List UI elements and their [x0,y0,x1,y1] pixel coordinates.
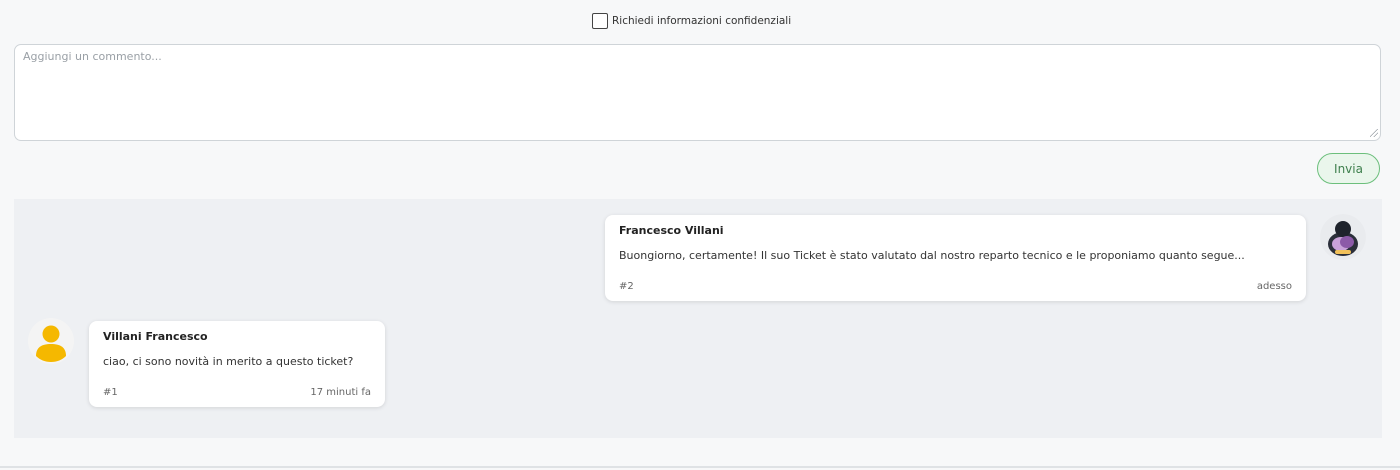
message-text: Buongiorno, certamente! Il suo Ticket è … [619,249,1245,262]
message-number: #1 [103,387,118,398]
default-user-avatar [28,318,74,364]
resize-handle-icon[interactable] [1370,129,1378,137]
message-footer: #2 adesso [619,281,1292,292]
confidential-request-row: Richiedi informazioni confidenziali [592,13,791,29]
user-photo-avatar [1320,214,1366,260]
confidential-checkbox[interactable] [592,13,608,29]
message-card: Villani Francesco ciao, ci sono novità i… [89,321,385,407]
message-time: 17 minuti fa [310,387,371,398]
ticket-comments-page: Richiedi informazioni confidenziali Invi… [0,0,1400,470]
comment-thread: Francesco Villani Buongiorno, certamente… [14,199,1382,438]
message-card: Francesco Villani Buongiorno, certamente… [605,215,1306,301]
default-user-avatar-icon [28,318,74,364]
confidential-checkbox-label[interactable]: Richiedi informazioni confidenziali [612,15,791,27]
message-footer: #1 17 minuti fa [103,387,371,398]
send-button[interactable]: Invia [1317,153,1380,184]
message-author: Villani Francesco [103,330,208,343]
message-time: adesso [1256,281,1292,292]
divider [0,466,1400,468]
message-number: #2 [619,281,634,292]
message-author: Francesco Villani [619,224,724,237]
user-photo-icon [1320,214,1366,260]
comment-input[interactable] [14,44,1381,141]
message-text: ciao, ci sono novità in merito a questo … [103,355,354,368]
